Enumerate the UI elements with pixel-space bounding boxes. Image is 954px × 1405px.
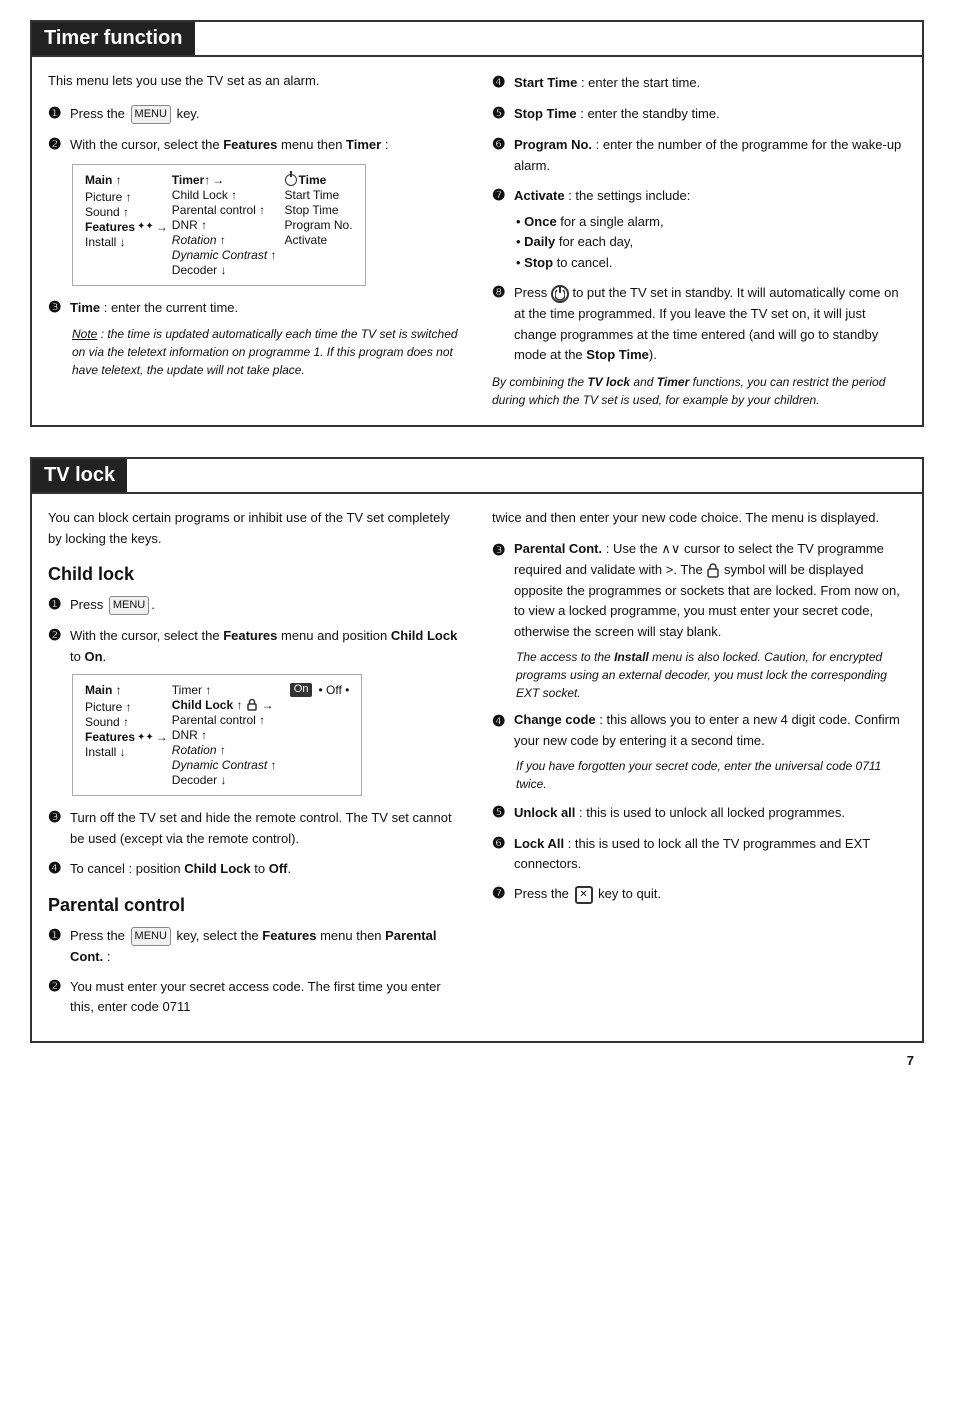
timer-italic-note: By combining the TV lock and Timer funct… xyxy=(492,373,906,409)
lock-arrow: → xyxy=(245,698,273,712)
off-option: • Off • xyxy=(318,683,349,697)
timer-section-title: Timer function xyxy=(44,27,183,49)
childlock-step4: ❹ To cancel : position Child Lock to Off… xyxy=(48,857,462,881)
tvlock-intro: You can block certain programs or inhibi… xyxy=(48,508,462,550)
lock-icon xyxy=(706,562,720,578)
timer-section: Timer function This menu lets you use th… xyxy=(30,20,924,427)
tvlock-step4: ❹ Change code : this allows you to enter… xyxy=(492,710,906,752)
tvlock-right-intro: twice and then enter your new code choic… xyxy=(492,508,906,529)
step1-num: ❶ xyxy=(48,102,70,126)
diag-sub: Timer ↑ → Child Lock ↑ Parental control … xyxy=(172,173,277,277)
diag-sub2: Time Start Time Stop Time Program No. Ac… xyxy=(285,173,353,247)
step2-text: With the cursor, select the Features men… xyxy=(70,135,388,156)
tvlock-italic-note4: If you have forgotten your secret code, … xyxy=(516,757,906,793)
childlock-step3: ❸ Turn off the TV set and hide the remot… xyxy=(48,806,462,850)
timer-step8: ❽ Press to put the TV set in standby. It… xyxy=(492,281,906,366)
parental-step1: ❶ Press the MENU key, select the Feature… xyxy=(48,924,462,968)
childlock-title: Child lock xyxy=(48,564,462,585)
timer-diagram: Main ↑ Picture ↑ Sound ↑ Features ✦✦→ In… xyxy=(72,164,366,286)
tvlock-step6: ❻ Lock All : this is used to lock all th… xyxy=(492,832,906,876)
timer-left-col: This menu lets you use the TV set as an … xyxy=(48,71,462,409)
timer-step4: ❹ Start Time : enter the start time. xyxy=(492,71,906,95)
step2-num: ❷ xyxy=(48,133,70,157)
tvlock-right-col: twice and then enter your new code choic… xyxy=(492,508,906,1025)
page-number: 7 xyxy=(30,1053,924,1068)
tvlock-step7: ❼ Press the ✕ key to quit. xyxy=(492,882,906,906)
timer-step7: ❼ Activate : the settings include: xyxy=(492,184,906,208)
timer-step5: ❺ Stop Time : enter the standby time. xyxy=(492,102,906,126)
step3-num: ❸ xyxy=(48,296,70,320)
timer-intro: This menu lets you use the TV set as an … xyxy=(48,71,462,92)
timer-step2: ❷ With the cursor, select the Features m… xyxy=(48,133,462,157)
childlock-step2: ❷ With the cursor, select the Features m… xyxy=(48,624,462,668)
childlock-diagram: Main ↑ Picture ↑ Sound ↑ Features ✦✦→ In… xyxy=(72,674,362,796)
menu-key-2: MENU xyxy=(109,596,149,616)
tvlock-section-title: TV lock xyxy=(44,464,115,486)
timer-step3: ❸ Time : enter the current time. xyxy=(48,296,462,320)
tvlock-step5: ❺ Unlock all : this is used to unlock al… xyxy=(492,801,906,825)
menu-key-3: MENU xyxy=(131,927,171,947)
childlock-step1: ❶ Press MENU. xyxy=(48,593,462,617)
note-label: Note xyxy=(72,327,97,341)
menu-key-1: MENU xyxy=(131,105,171,125)
tvlock-section: TV lock You can block certain programs o… xyxy=(30,457,924,1043)
parental-title: Parental control xyxy=(48,895,462,916)
tvlock-left-col: You can block certain programs or inhibi… xyxy=(48,508,462,1025)
tvlock-italic-note3: The access to the Install menu is also l… xyxy=(516,648,906,702)
timer-step6: ❻ Program No. : enter the number of the … xyxy=(492,133,906,177)
step1-text: Press the MENU key. xyxy=(70,104,199,125)
timer-note: Note : the time is updated automatically… xyxy=(72,325,462,379)
note-text: : the time is updated automatically each… xyxy=(72,327,458,377)
standby-icon xyxy=(551,285,569,303)
step3-text: Time : enter the current time. xyxy=(70,298,238,319)
tvlock-step3: ❸ Parental Cont. : Use the ∧∨ cursor to … xyxy=(492,539,906,643)
timer-right-col: ❹ Start Time : enter the start time. ❺ S… xyxy=(492,71,906,409)
timer-step1: ❶ Press the MENU key. xyxy=(48,102,462,126)
diag-main: Main ↑ Picture ↑ Sound ↑ Features ✦✦→ In… xyxy=(85,173,168,249)
timer-activate-bullets: • Once for a single alarm, • Daily for e… xyxy=(516,212,906,274)
quit-icon: ✕ xyxy=(575,886,593,904)
parental-step2: ❷ You must enter your secret access code… xyxy=(48,975,462,1019)
on-badge: On xyxy=(290,683,313,697)
